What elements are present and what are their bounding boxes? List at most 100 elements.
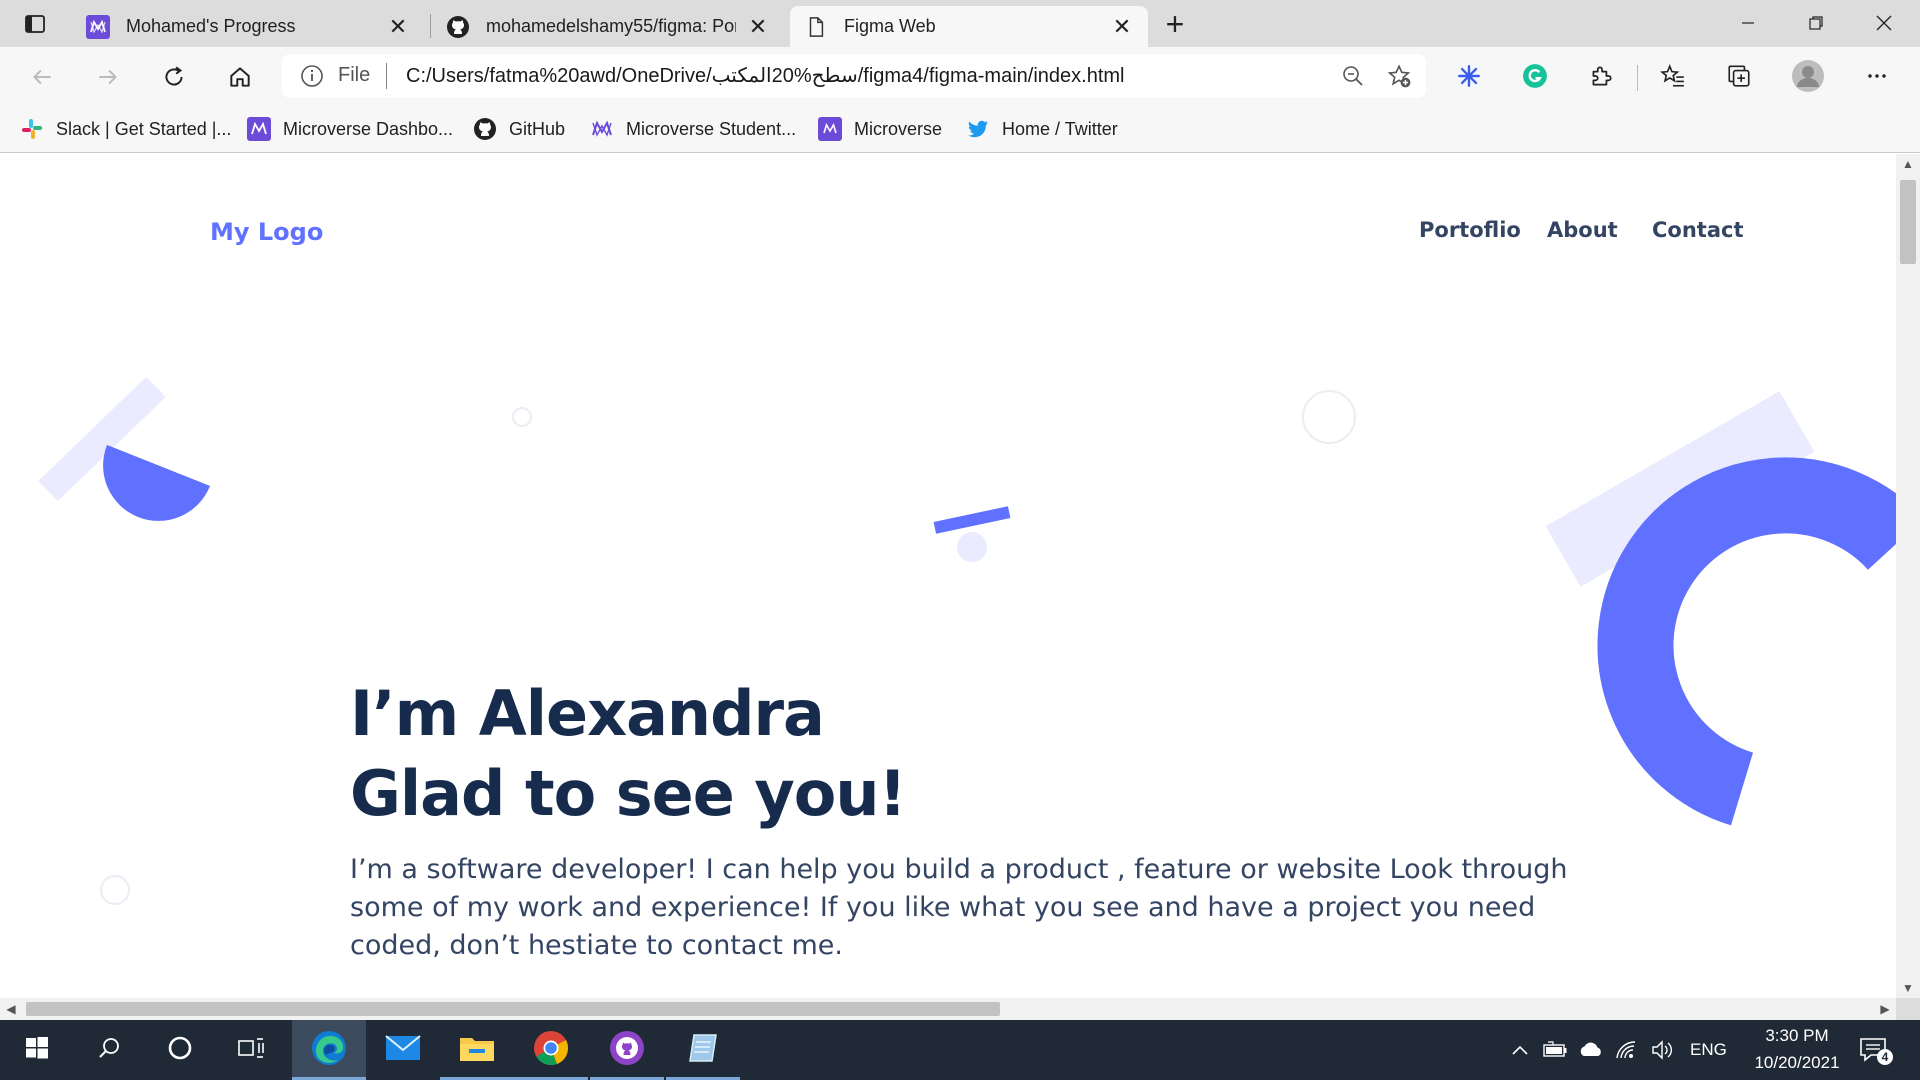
deco-circle-small	[512, 407, 532, 427]
taskbar-mail[interactable]	[366, 1020, 440, 1080]
bookmark-label: Microverse Dashbo...	[283, 118, 454, 139]
bookmark-label: Microverse	[854, 118, 943, 139]
twitter-icon	[966, 117, 990, 141]
site-logo[interactable]: My Logo	[210, 218, 323, 246]
task-view-icon	[237, 1036, 265, 1065]
tab-actions-icon[interactable]	[14, 10, 56, 38]
address-bar[interactable]: File C:/Users/fatma%20awd/OneDrive/سطح%2…	[282, 54, 1426, 98]
scroll-down-icon[interactable]: ▼	[1896, 978, 1920, 998]
restore-button[interactable]	[1782, 0, 1850, 46]
show-hidden-icons-icon[interactable]	[1507, 1038, 1533, 1062]
bookmark-slack[interactable]: Slack | Get Started |...	[20, 115, 231, 143]
bookmark-microverse-student[interactable]: Microverse Student...	[590, 115, 796, 143]
file-explorer-icon	[459, 1033, 495, 1068]
taskbar-notepad[interactable]	[666, 1020, 740, 1080]
navigation-bar: File C:/Users/fatma%20awd/OneDrive/سطح%2…	[0, 47, 1920, 105]
microverse-icon	[86, 14, 110, 39]
scroll-up-icon[interactable]: ▲	[1896, 154, 1920, 174]
scroll-left-icon[interactable]: ◀	[0, 998, 22, 1020]
close-icon[interactable]: ✕	[386, 14, 410, 39]
cortana-button[interactable]	[143, 1020, 217, 1080]
tab-title: Figma Web	[844, 16, 936, 36]
back-button[interactable]	[24, 59, 60, 95]
github-icon	[446, 15, 470, 39]
hero-description: I’m a software developer! I can help you…	[350, 854, 1568, 961]
bookmark-twitter[interactable]: Home / Twitter	[966, 115, 1118, 143]
edge-icon	[310, 1029, 348, 1072]
github-desktop-icon	[609, 1030, 645, 1071]
tab-title: Mohamed's Progress	[126, 16, 296, 36]
nav-about-link[interactable]: About	[1547, 218, 1618, 242]
task-view-button[interactable]	[214, 1020, 288, 1080]
forward-button[interactable]	[90, 59, 126, 95]
bookmark-microverse-dashboard[interactable]: Microverse Dashbo...	[247, 115, 453, 143]
horizontal-scroll-thumb[interactable]	[26, 1002, 1000, 1016]
home-button[interactable]	[222, 59, 258, 95]
bookmark-github[interactable]: GitHub	[473, 115, 565, 143]
toolbar-separator	[1637, 65, 1638, 91]
vertical-scrollbar[interactable]: ▲ ▼	[1896, 154, 1920, 998]
bookmark-label: Microverse Student...	[626, 118, 797, 139]
cortana-icon	[167, 1035, 193, 1066]
battery-icon[interactable]	[1542, 1038, 1568, 1062]
extensions-puzzle-icon[interactable]	[1584, 59, 1618, 93]
minimize-button[interactable]	[1714, 0, 1782, 46]
collections-icon[interactable]	[1722, 59, 1756, 93]
taskbar-edge[interactable]	[292, 1020, 366, 1080]
profile-avatar-icon[interactable]	[1791, 59, 1825, 93]
tab-separator	[430, 14, 431, 38]
search-button[interactable]	[72, 1020, 146, 1080]
close-window-button[interactable]	[1850, 0, 1918, 46]
tab-figma-web[interactable]: Figma Web ✕	[790, 6, 1148, 47]
start-button[interactable]	[0, 1020, 74, 1080]
nav-portfolio-link[interactable]: Portoflio	[1419, 218, 1521, 242]
deco-circle-medium	[1302, 390, 1356, 444]
deco-bar-center	[933, 506, 1011, 534]
vertical-scroll-thumb[interactable]	[1900, 180, 1916, 264]
wifi-icon[interactable]	[1614, 1038, 1640, 1062]
hero-heading: I’m Alexandra Glad to see you!	[350, 674, 907, 834]
zoom-out-icon[interactable]	[1340, 63, 1366, 89]
language-indicator[interactable]: ENG	[1690, 1040, 1727, 1060]
url-text[interactable]: C:/Users/fatma%20awd/OneDrive/سطح%20المك…	[406, 63, 1125, 88]
info-icon[interactable]	[300, 64, 324, 88]
scheme-label: File	[338, 64, 371, 86]
tab-mohameds-progress[interactable]: Mohamed's Progress ✕	[72, 6, 424, 47]
grammarly-icon[interactable]	[1518, 59, 1552, 93]
taskbar-file-explorer[interactable]	[440, 1020, 514, 1080]
search-icon	[97, 1036, 121, 1065]
bookmark-microverse[interactable]: Microverse	[818, 115, 942, 143]
deco-dot-center	[957, 532, 987, 562]
taskbar-github-desktop[interactable]	[590, 1020, 664, 1080]
start-icon	[25, 1036, 49, 1065]
deco-arc-right	[1597, 457, 1896, 826]
clock-time[interactable]: 3:30 PM	[1755, 1026, 1839, 1046]
mail-icon	[385, 1034, 421, 1067]
extension-snowflake-icon[interactable]	[1452, 59, 1486, 93]
windows-taskbar: ENG 3:30 PM 10/20/2021 4	[0, 1020, 1920, 1080]
chrome-icon	[533, 1030, 569, 1071]
new-tab-button[interactable]: +	[1160, 8, 1190, 40]
more-menu-icon[interactable]	[1860, 59, 1894, 93]
onedrive-icon[interactable]	[1578, 1038, 1604, 1062]
refresh-button[interactable]	[156, 59, 192, 95]
close-icon[interactable]: ✕	[746, 14, 770, 39]
nav-contact-link[interactable]: Contact	[1652, 218, 1744, 242]
add-favorite-icon[interactable]	[1386, 63, 1412, 89]
deco-circle-bottom-left	[100, 875, 130, 905]
clock-date[interactable]: 10/20/2021	[1743, 1053, 1851, 1073]
slack-icon	[20, 117, 44, 141]
notepad-icon	[686, 1031, 720, 1070]
horizontal-scrollbar[interactable]: ◀ ▶	[0, 998, 1896, 1020]
close-icon[interactable]: ✕	[1110, 14, 1134, 39]
scroll-right-icon[interactable]: ▶	[1874, 998, 1896, 1020]
volume-icon[interactable]	[1650, 1038, 1676, 1062]
tab-github-figma[interactable]: mohamedelshamy55/figma: Port ✕	[432, 6, 784, 47]
bookmark-label: Slack | Get Started |...	[56, 118, 232, 139]
tab-strip: Mohamed's Progress ✕ mohamedelshamy55/fi…	[0, 0, 1920, 47]
taskbar-chrome[interactable]	[514, 1020, 588, 1080]
favorites-icon[interactable]	[1656, 59, 1690, 93]
scrollbar-corner	[1896, 998, 1920, 1020]
microverse-icon	[590, 117, 614, 141]
action-center-button[interactable]: 4	[1856, 1034, 1896, 1066]
